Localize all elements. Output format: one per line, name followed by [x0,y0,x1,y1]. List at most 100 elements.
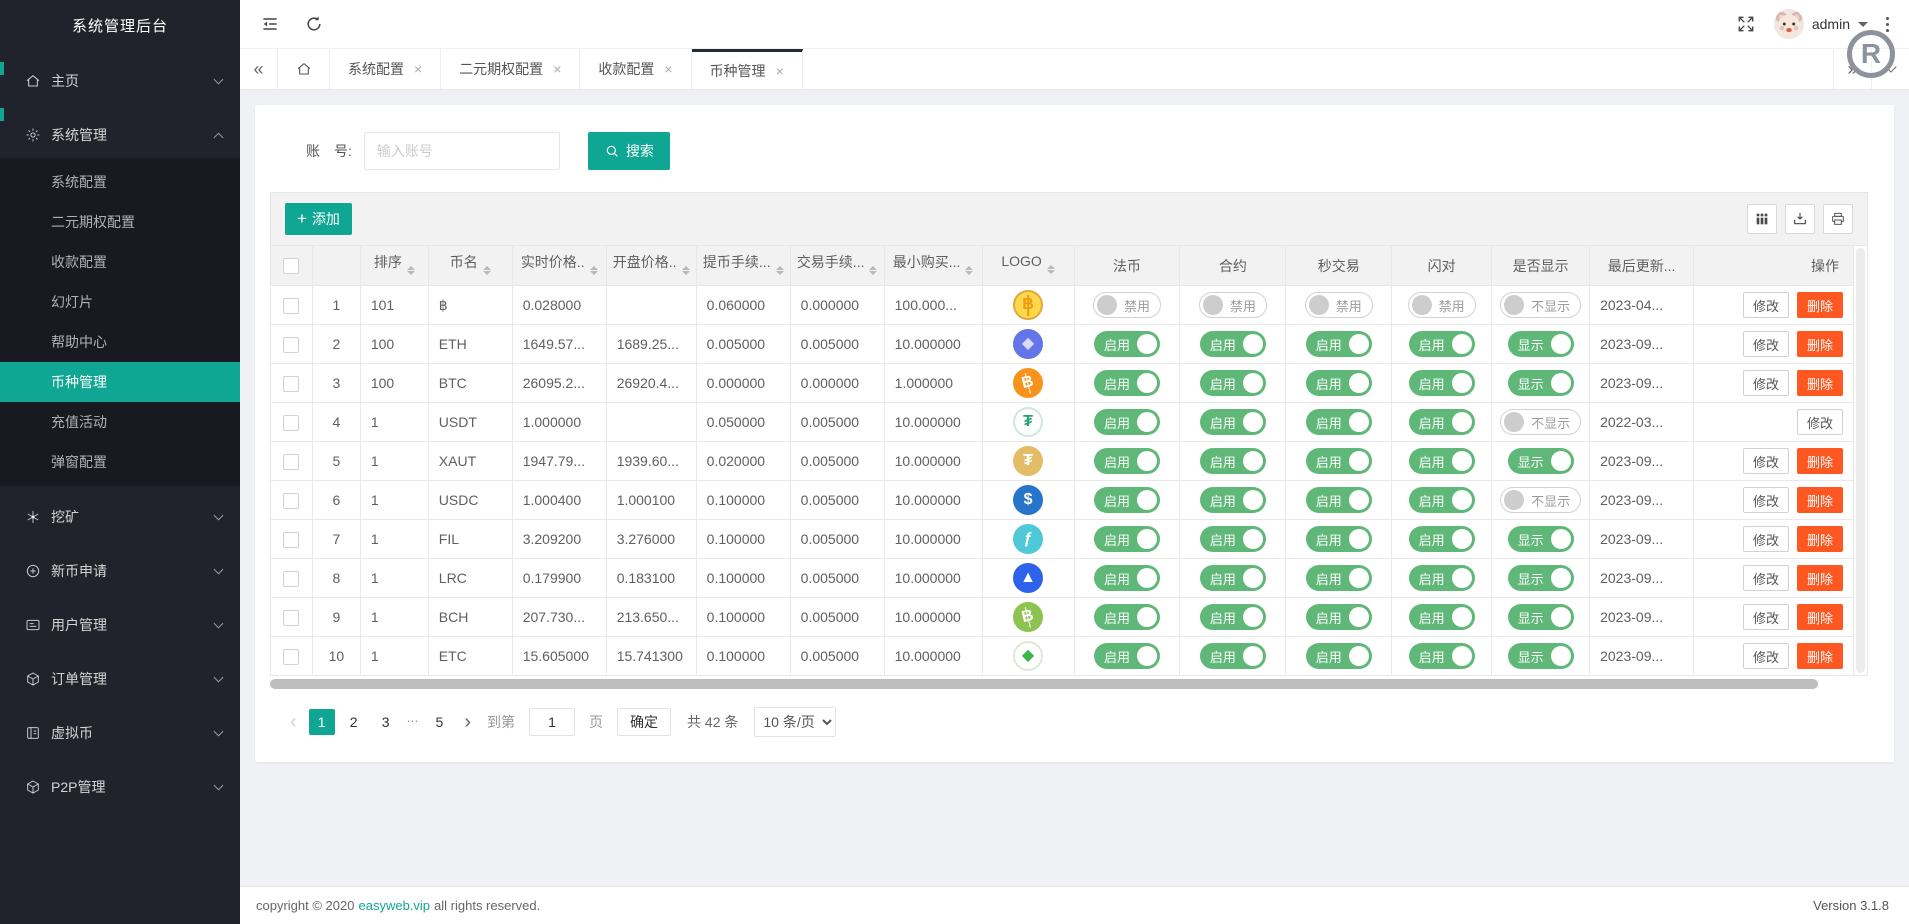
sidebar-item-orders[interactable]: 订单管理 [0,656,240,702]
sort-icon[interactable] [965,262,973,279]
second-trade-switch[interactable]: 启用 [1306,487,1372,513]
column-header[interactable]: LOGO [982,246,1074,286]
delete-button[interactable]: 删除 [1797,604,1843,630]
refresh-icon[interactable] [304,14,324,34]
sidebar-item-gear[interactable]: 系统管理 [0,112,240,158]
page-number[interactable]: 3 [373,709,399,735]
second-trade-switch[interactable]: 启用 [1306,370,1372,396]
tab-close-icon[interactable]: × [776,63,784,79]
tab-item[interactable]: 系统配置× [330,49,441,89]
contract-switch[interactable]: 启用 [1200,604,1266,630]
row-checkbox[interactable] [283,454,299,470]
page-size-select[interactable]: 10 条/页 [754,707,836,737]
flash-switch[interactable]: 启用 [1409,370,1475,396]
sidebar-item-new-coin[interactable]: 新币申请 [0,548,240,594]
easyweb-link[interactable]: easyweb.vip [358,898,430,913]
user-menu[interactable]: admin [1774,9,1868,39]
tab-home[interactable] [278,49,330,89]
sidebar-subitem[interactable]: 收款配置 [0,242,240,282]
sidebar-subitem[interactable]: 币种管理 [0,362,240,402]
row-checkbox[interactable] [283,649,299,665]
flash-switch[interactable]: 启用 [1409,604,1475,630]
legal-switch[interactable]: 启用 [1094,604,1160,630]
column-header[interactable]: 实时价格.. [512,246,606,286]
legal-switch[interactable]: 启用 [1094,565,1160,591]
horizontal-scrollbar-thumb[interactable] [270,679,1818,689]
row-checkbox[interactable] [283,415,299,431]
next-page-icon[interactable]: › [458,711,477,734]
sidebar-subitem[interactable]: 充值活动 [0,402,240,442]
display-switch[interactable]: 不显示 [1500,409,1581,435]
contract-switch[interactable]: 启用 [1200,370,1266,396]
sidebar-item-wallet[interactable]: 虚拟币 [0,710,240,756]
select-all-checkbox[interactable] [283,258,299,274]
export-icon[interactable] [1785,204,1815,234]
sort-icon[interactable] [590,262,598,279]
delete-button[interactable]: 删除 [1797,526,1843,552]
contract-switch[interactable]: 禁用 [1199,292,1267,318]
sidebar-item-p2p[interactable]: P2P管理 [0,764,240,810]
sidebar-item-home[interactable]: 主页 [0,58,240,104]
jump-page-input[interactable] [529,708,575,736]
column-header[interactable]: 币名 [428,246,512,286]
sort-icon[interactable] [776,262,784,279]
delete-button[interactable]: 删除 [1797,565,1843,591]
edit-button[interactable]: 修改 [1743,604,1789,630]
page-number-active[interactable]: 1 [309,709,335,735]
edit-button[interactable]: 修改 [1743,565,1789,591]
account-input[interactable] [364,132,560,170]
display-switch[interactable]: 显示 [1508,331,1574,357]
row-checkbox[interactable] [283,532,299,548]
second-trade-switch[interactable]: 启用 [1306,409,1372,435]
legal-switch[interactable]: 启用 [1094,331,1160,357]
sidebar-subitem[interactable]: 弹窗配置 [0,442,240,482]
legal-switch[interactable]: 启用 [1094,643,1160,669]
row-checkbox[interactable] [283,376,299,392]
edit-button[interactable]: 修改 [1797,409,1843,435]
tabs-scroll-left-icon[interactable]: « [240,49,278,89]
display-switch[interactable]: 显示 [1508,643,1574,669]
second-trade-switch[interactable]: 启用 [1306,643,1372,669]
row-checkbox[interactable] [283,337,299,353]
flash-switch[interactable]: 启用 [1409,643,1475,669]
display-switch[interactable]: 显示 [1508,565,1574,591]
second-trade-switch[interactable]: 启用 [1306,526,1372,552]
tab-close-icon[interactable]: × [553,61,561,77]
legal-switch[interactable]: 启用 [1094,526,1160,552]
tab-item[interactable]: 收款配置× [580,49,691,89]
column-header[interactable]: 排序 [360,246,428,286]
row-checkbox[interactable] [283,298,299,314]
flash-switch[interactable]: 启用 [1409,526,1475,552]
contract-switch[interactable]: 启用 [1200,448,1266,474]
add-button[interactable]: +添加 [285,203,352,235]
second-trade-switch[interactable]: 禁用 [1305,292,1373,318]
contract-switch[interactable]: 启用 [1200,526,1266,552]
edit-button[interactable]: 修改 [1743,370,1789,396]
legal-switch[interactable]: 启用 [1094,448,1160,474]
search-button[interactable]: 搜索 [588,132,670,170]
legal-switch[interactable]: 启用 [1094,409,1160,435]
page-number[interactable]: 5 [426,709,452,735]
edit-button[interactable]: 修改 [1743,292,1789,318]
sidebar-item-users[interactable]: 用户管理 [0,602,240,648]
display-switch[interactable]: 显示 [1508,448,1574,474]
prev-page-icon[interactable]: ‹ [284,711,303,734]
display-switch[interactable]: 不显示 [1500,292,1581,318]
tab-item[interactable]: 二元期权配置× [441,49,580,89]
flash-switch[interactable]: 启用 [1409,487,1475,513]
display-switch[interactable]: 显示 [1508,370,1574,396]
tab-active[interactable]: 币种管理× [692,49,803,89]
flash-switch[interactable]: 启用 [1409,565,1475,591]
legal-switch[interactable]: 禁用 [1093,292,1161,318]
delete-button[interactable]: 删除 [1797,448,1843,474]
second-trade-switch[interactable]: 启用 [1306,331,1372,357]
avatar[interactable] [1774,9,1804,39]
more-vertical-icon[interactable] [1882,15,1893,34]
sidebar-subitem[interactable]: 二元期权配置 [0,202,240,242]
row-checkbox[interactable] [283,493,299,509]
display-switch[interactable]: 显示 [1508,526,1574,552]
sidebar-item-mining[interactable]: 挖矿 [0,494,240,540]
flash-switch[interactable]: 启用 [1409,448,1475,474]
edit-button[interactable]: 修改 [1743,331,1789,357]
contract-switch[interactable]: 启用 [1200,643,1266,669]
